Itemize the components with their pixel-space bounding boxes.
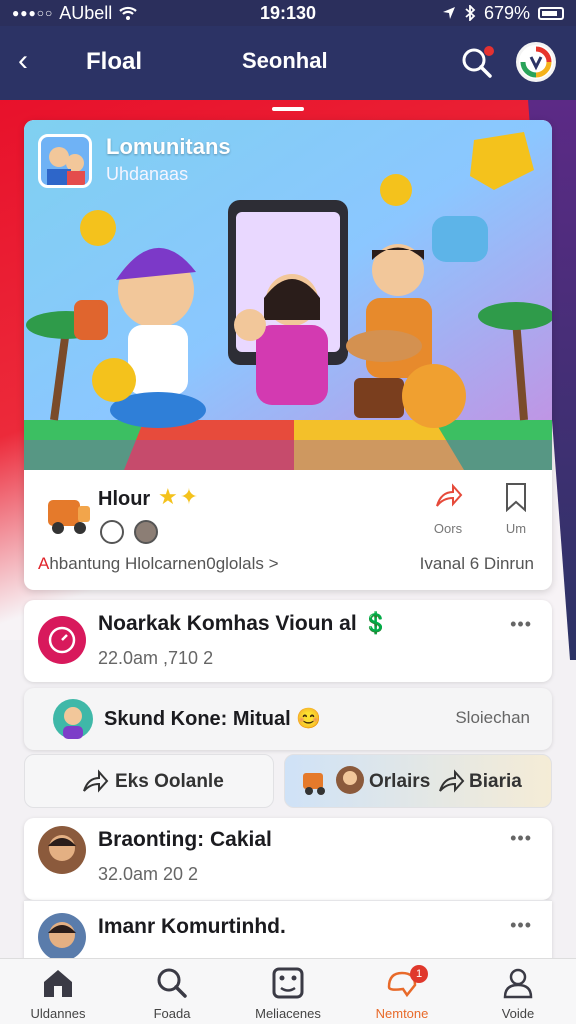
community-title: Lomunitans xyxy=(106,134,231,159)
action-chip-label: Orlairs xyxy=(369,771,431,792)
header-title: Floal xyxy=(86,48,143,75)
more-options-button[interactable]: ••• xyxy=(510,828,532,849)
community-subtitle: Uhdanaas xyxy=(106,164,189,184)
truck-icon xyxy=(48,500,90,534)
clock-icon xyxy=(100,520,124,544)
dice-icon xyxy=(272,967,304,999)
member-avatar xyxy=(134,520,158,544)
community-link[interactable]: Ahbantung Hlolcarnen0glolals > xyxy=(38,554,279,574)
bookmark-button[interactable]: Um xyxy=(494,482,538,536)
clock-icon xyxy=(48,626,76,654)
star-rating: ★✦ xyxy=(158,484,201,509)
hero-illustration xyxy=(24,120,552,470)
link-text: hbantung Hlolcarnen0glolals xyxy=(49,554,264,573)
share-chip[interactable]: Eks Oolanle xyxy=(24,754,274,808)
item-title: Noarkak Komhas Vioun al 💲 xyxy=(98,612,389,635)
host-name: Hlour xyxy=(98,488,151,510)
group-avatar-icon xyxy=(47,147,85,185)
notification-dot xyxy=(484,46,494,56)
nav-notifications[interactable]: 1 Nemtone xyxy=(354,965,450,1021)
channel-icon xyxy=(38,616,86,664)
user-avatar xyxy=(38,826,86,874)
nav-media[interactable]: Meliacenes xyxy=(240,967,336,1021)
item-title: Skund Kone: Mitual 😊 xyxy=(104,708,322,730)
profile-avatar[interactable] xyxy=(516,42,556,82)
bookmark-label: Um xyxy=(505,521,527,536)
action-chip-label-2: Biaria xyxy=(469,771,522,792)
item-subtitle: 22.0am ,710 2 xyxy=(98,648,214,668)
bluetooth-icon xyxy=(465,5,476,21)
user-avatar xyxy=(336,766,364,794)
item-title: Braonting: Cakial xyxy=(98,828,272,851)
list-item[interactable]: Imanr Komurtinhd. ••• xyxy=(24,900,552,964)
community-meta: Ivanal 6 Dinrun xyxy=(419,554,534,573)
header-center-title: Seonhal xyxy=(242,48,328,73)
back-button[interactable]: ‹ xyxy=(18,46,50,78)
signal-dots: ●●●○○ xyxy=(12,6,54,20)
link-first-letter: A xyxy=(38,554,50,573)
location-icon xyxy=(442,7,455,19)
drag-handle[interactable] xyxy=(272,107,304,111)
nav-profile[interactable]: Voide xyxy=(470,967,566,1021)
carrier-name: AUbell xyxy=(59,2,113,23)
item-title: Imanr Komurtinhd. xyxy=(98,915,286,938)
nav-label: Foada xyxy=(153,1006,191,1021)
profile-icon xyxy=(503,968,533,999)
list-item[interactable]: Skund Kone: Mitual 😊 Sloiechan xyxy=(24,688,552,750)
user-avatar xyxy=(38,913,86,961)
avatar-face-icon xyxy=(48,835,76,861)
share-label: Oors xyxy=(433,521,463,536)
item-subtitle: 32.0am 20 2 xyxy=(98,864,199,884)
wifi-icon xyxy=(119,6,138,20)
bottom-nav: Uldannes Foada Meliacenes 1 Nemtone Void… xyxy=(0,958,576,1024)
share-icon xyxy=(439,769,465,793)
coin-icon: 💲 xyxy=(362,612,389,635)
battery-icon xyxy=(538,6,564,20)
action-chip[interactable]: Orlairs Biaria xyxy=(284,754,552,808)
more-options-button[interactable]: ••• xyxy=(510,614,532,635)
status-bar: ●●●○○ AUbell 19:130 679% xyxy=(0,0,576,26)
share-button[interactable]: Oors xyxy=(426,482,470,536)
nav-label: Voide xyxy=(501,1006,535,1021)
community-hero-card[interactable]: Lomunitans Uhdanaas Hlour ★✦ Oors Um Ahb… xyxy=(24,120,552,590)
share-chip-label: Eks Oolanle xyxy=(115,771,224,792)
nav-home[interactable]: Uldannes xyxy=(10,967,106,1021)
nav-search[interactable]: Foada xyxy=(124,967,220,1021)
chevron-right-icon: > xyxy=(268,554,279,573)
search-icon xyxy=(157,968,187,998)
more-options-button[interactable]: ••• xyxy=(510,915,532,936)
community-avatar xyxy=(38,134,92,188)
user-avatar xyxy=(53,699,93,739)
nav-label: Uldannes xyxy=(30,1006,86,1021)
share-icon xyxy=(436,483,463,507)
truck-icon xyxy=(303,773,325,795)
search-button[interactable] xyxy=(460,46,494,80)
nav-label: Nemtone xyxy=(375,1006,429,1021)
battery-percent: 679% xyxy=(483,2,530,23)
avatar-face-icon xyxy=(48,922,76,948)
home-icon xyxy=(44,970,72,997)
list-item[interactable]: Braonting: Cakial 32.0am 20 2 ••• xyxy=(24,818,552,900)
avatar-icon xyxy=(520,46,552,78)
app-header: ‹ Floal Seonhal xyxy=(0,26,576,100)
item-action-text[interactable]: Sloiechan xyxy=(455,708,530,728)
smile-icon: 😊 xyxy=(296,708,322,730)
list-item[interactable]: Noarkak Komhas Vioun al 💲 22.0am ,710 2 … xyxy=(24,600,552,682)
bookmark-icon xyxy=(506,483,526,513)
share-icon xyxy=(83,769,109,793)
nav-label: Meliacenes xyxy=(255,1006,321,1021)
notification-badge: 1 xyxy=(410,965,428,983)
